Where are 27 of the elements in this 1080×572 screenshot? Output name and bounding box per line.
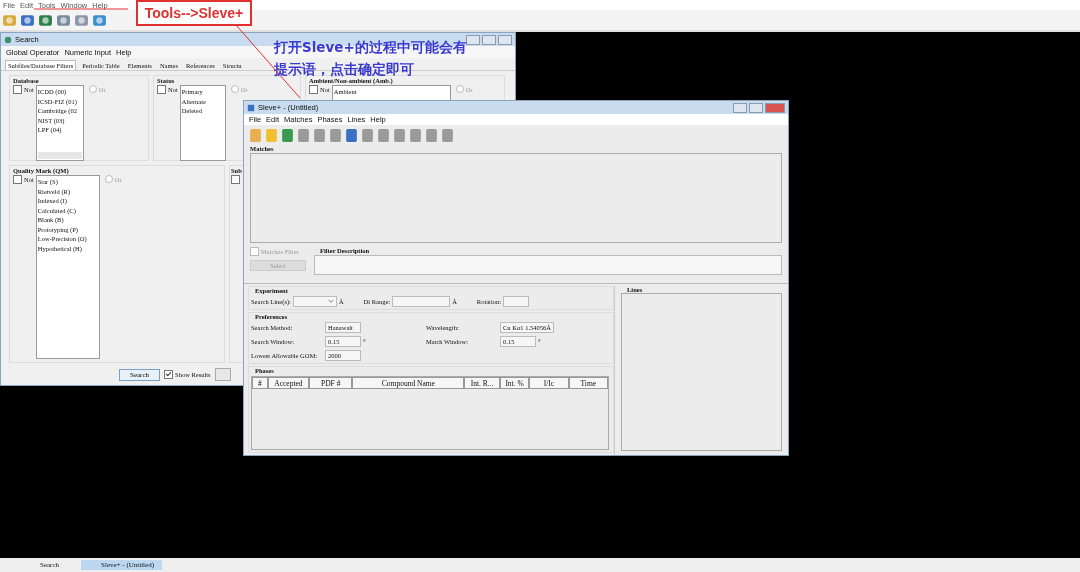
radio-button[interactable] xyxy=(88,85,97,93)
close-button[interactable] xyxy=(765,102,785,113)
checkbox[interactable] xyxy=(164,370,174,379)
radio-button[interactable] xyxy=(230,85,239,93)
checkbox[interactable] xyxy=(309,85,318,94)
scrollbar[interactable] xyxy=(37,152,82,159)
checkbox[interactable] xyxy=(231,175,240,184)
radio-button[interactable] xyxy=(104,175,113,183)
icon-button[interactable] xyxy=(214,368,231,381)
close-button[interactable] xyxy=(498,34,512,45)
dropdown[interactable] xyxy=(292,296,337,307)
checkbox[interactable] xyxy=(13,85,22,94)
annotation-label: Tools-->Sleve+ xyxy=(136,0,252,26)
input-field[interactable] xyxy=(392,296,451,307)
minimize-button[interactable] xyxy=(466,34,480,45)
maximize-button[interactable] xyxy=(749,102,763,113)
input-field[interactable] xyxy=(503,296,530,307)
maximize-button[interactable] xyxy=(482,34,496,45)
annotation-text: 提示语，点击确定即可 xyxy=(274,61,414,78)
window-icon xyxy=(247,103,255,112)
minimize-button[interactable] xyxy=(733,102,747,113)
radio-button[interactable] xyxy=(455,85,464,93)
checkbox[interactable] xyxy=(157,85,166,94)
checkbox[interactable] xyxy=(13,175,22,184)
annotation-text: 打开Sleve+的过程中可能会有 xyxy=(274,39,467,57)
caret-icon xyxy=(327,299,334,304)
filter-description-field[interactable] xyxy=(314,255,782,275)
